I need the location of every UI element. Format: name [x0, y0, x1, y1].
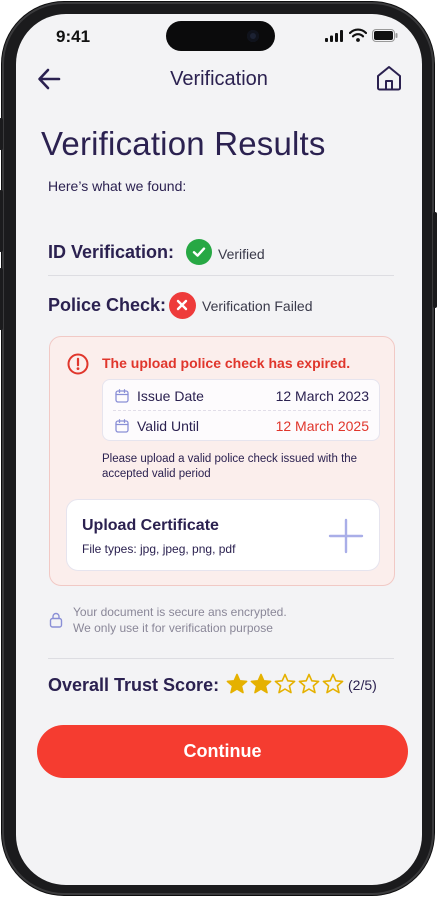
calendar-icon	[115, 389, 129, 403]
star-filled-icon	[226, 673, 248, 694]
status-time: 9:41	[56, 27, 91, 46]
star-empty-icon	[322, 673, 344, 694]
action-button	[0, 118, 3, 150]
star-filled-icon	[250, 673, 272, 694]
security-note-line2: We only use it for verification purpose	[73, 621, 273, 635]
star-rating	[226, 673, 346, 697]
signal-icon	[325, 30, 343, 42]
screen: 9:41 Verification Verification Results H…	[16, 14, 422, 885]
battery-icon	[372, 29, 398, 42]
alert-title: The upload police check has expired.	[102, 355, 351, 371]
id-verification-status: Verified	[218, 246, 265, 262]
star-empty-icon	[274, 673, 296, 694]
nav-title: Verification	[170, 68, 268, 90]
divider	[48, 658, 394, 659]
camera-icon	[247, 30, 259, 42]
star-empty-icon	[298, 673, 320, 694]
valid-until-value: 12 March 2025	[275, 418, 369, 434]
wifi-icon	[349, 28, 367, 42]
issue-date-row: Issue Date 12 March 2023	[103, 381, 381, 411]
x-circle-icon	[169, 292, 196, 319]
id-verification-label: ID Verification:	[48, 242, 175, 262]
trust-score-text: (2/5)	[348, 677, 377, 693]
upload-instruction: Please upload a valid police check issue…	[102, 453, 358, 480]
date-details: Issue Date 12 March 2023 Valid Until 12 …	[102, 379, 380, 441]
top-navigation: Verification	[16, 64, 422, 96]
alert-circle-icon	[67, 353, 89, 375]
home-icon[interactable]	[375, 64, 403, 92]
phone-frame: 9:41 Verification Verification Results H…	[0, 2, 437, 895]
power-button	[433, 212, 437, 308]
volume-up-button	[0, 190, 3, 252]
security-note-line1: Your document is secure ans encrypted.	[73, 605, 287, 619]
security-note: Your document is secure ans encrypted. W…	[73, 604, 287, 636]
calendar-icon	[115, 419, 129, 433]
volume-down-button	[0, 268, 3, 330]
upload-certificate-button[interactable]: Upload Certificate File types: jpg, jpeg…	[66, 499, 380, 571]
check-circle-icon	[186, 239, 212, 265]
page-subtitle: Here’s what we found:	[48, 178, 187, 194]
dynamic-island	[166, 21, 275, 51]
divider	[48, 275, 394, 276]
upload-file-types: File types: jpg, jpeg, png, pdf	[82, 542, 236, 556]
plus-icon	[328, 518, 364, 554]
police-check-row: Police Check: Verification Failed	[48, 292, 394, 322]
valid-until-label: Valid Until	[137, 418, 199, 434]
valid-until-row: Valid Until 12 March 2025	[103, 411, 381, 441]
lock-icon	[49, 612, 63, 628]
issue-date-value: 12 March 2023	[275, 388, 369, 404]
continue-button[interactable]: Continue	[37, 725, 408, 778]
id-verification-row: ID Verification: Verified	[48, 239, 394, 275]
upload-title: Upload Certificate	[82, 517, 219, 534]
police-check-status: Verification Failed	[202, 298, 313, 314]
issue-date-label: Issue Date	[137, 388, 204, 404]
page-title: Verification Results	[41, 125, 326, 162]
expired-alert-card: The upload police check has expired. Iss…	[49, 336, 395, 586]
status-bar: 9:41	[16, 14, 422, 58]
trust-score-label: Overall Trust Score:	[48, 675, 220, 695]
police-check-label: Police Check:	[48, 295, 167, 315]
